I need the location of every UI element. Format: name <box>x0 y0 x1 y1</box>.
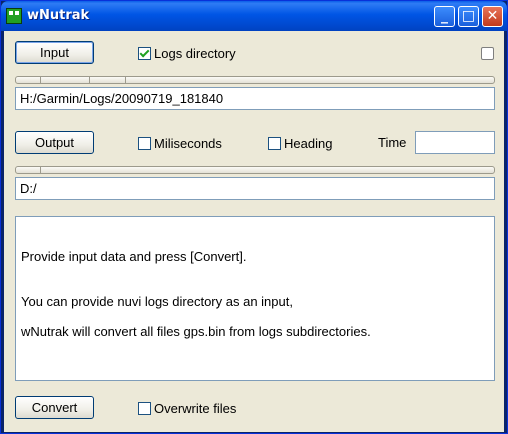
close-button[interactable]: ✕ <box>482 6 503 27</box>
output-list-header <box>15 166 495 174</box>
header-column[interactable] <box>90 77 126 83</box>
info-line: You can provide nuvi logs directory as a… <box>21 294 293 309</box>
overwrite-files-label: Overwrite files <box>154 400 237 416</box>
app-logo-icon <box>6 8 22 24</box>
heading-checkbox[interactable]: Heading <box>268 135 332 151</box>
window-client-area: Input Logs directory H:/Garmin/Logs/2009… <box>4 31 504 432</box>
info-line: Provide input data and press [Convert]. <box>21 249 247 264</box>
header-column[interactable] <box>16 77 41 83</box>
logs-directory-label: Logs directory <box>154 45 236 61</box>
app-window: wNutrak _ □ ✕ Input Logs directory H:/Ga… <box>0 0 508 434</box>
info-text-area[interactable]: Provide input data and press [Convert]. … <box>15 216 495 381</box>
extra-checkbox[interactable] <box>481 45 497 61</box>
close-icon: ✕ <box>486 8 499 24</box>
window-title: wNutrak <box>27 8 90 23</box>
title-bar[interactable]: wNutrak _ □ ✕ <box>1 1 507 31</box>
overwrite-files-checkbox-box[interactable] <box>138 401 151 415</box>
heading-checkbox-box[interactable] <box>268 136 281 150</box>
input-button[interactable]: Input <box>15 41 94 64</box>
miliseconds-checkbox-box[interactable] <box>138 136 151 150</box>
minimize-button[interactable]: _ <box>434 6 455 27</box>
miliseconds-label: Miliseconds <box>154 135 222 151</box>
logs-directory-checkbox[interactable]: Logs directory <box>138 45 236 61</box>
maximize-icon: □ <box>461 8 476 24</box>
input-path-field[interactable]: H:/Garmin/Logs/20090719_181840 <box>15 87 495 110</box>
info-line: wNutrak will convert all files gps.bin f… <box>21 324 371 339</box>
output-button[interactable]: Output <box>15 131 94 154</box>
overwrite-files-checkbox[interactable]: Overwrite files <box>138 400 236 416</box>
minimize-icon: _ <box>441 8 448 24</box>
maximize-button[interactable]: □ <box>458 6 479 27</box>
time-label: Time <box>378 135 407 150</box>
input-list-header <box>15 76 495 84</box>
extra-checkbox-box[interactable] <box>481 46 494 60</box>
convert-button[interactable]: Convert <box>15 396 94 419</box>
time-field[interactable] <box>415 131 495 154</box>
logs-directory-checkbox-box[interactable] <box>138 46 151 60</box>
header-column[interactable] <box>16 167 41 173</box>
heading-label: Heading <box>284 135 333 151</box>
output-path-field[interactable]: D:/ <box>15 177 495 200</box>
miliseconds-checkbox[interactable]: Miliseconds <box>138 135 222 151</box>
header-column[interactable] <box>41 77 90 83</box>
